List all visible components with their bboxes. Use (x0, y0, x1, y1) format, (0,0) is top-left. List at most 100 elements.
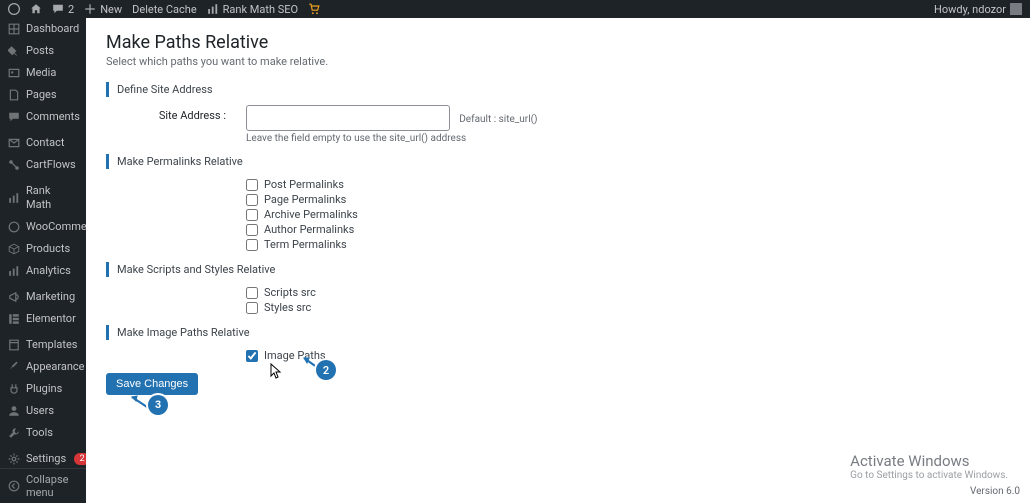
checkbox-scr-styles-src-row[interactable]: Styles src (246, 300, 1010, 315)
new-link[interactable]: New (84, 3, 122, 16)
flow-icon (8, 159, 20, 171)
media-icon (8, 67, 20, 79)
collapse-icon (8, 480, 20, 492)
collapse-label: Collapse menu (26, 473, 78, 499)
section-image: Make Image Paths Relative (106, 325, 1010, 340)
sidebar-item-templates[interactable]: Templates (0, 334, 86, 356)
content-area: Make Paths Relative Select which paths y… (86, 18, 1030, 503)
sidebar-item-label: Pages (26, 88, 78, 102)
section-site-address: Define Site Address (106, 82, 1010, 97)
checkbox-perm-term-permalinks-row[interactable]: Term Permalinks (246, 237, 1010, 252)
comments-count: 2 (68, 3, 74, 16)
sidebar-item-cartflows[interactable]: CartFlows (0, 154, 86, 176)
home-link[interactable] (30, 3, 42, 15)
brush-icon (8, 361, 20, 373)
comments-link[interactable]: 2 (52, 3, 74, 16)
checkbox-image-paths[interactable] (246, 350, 258, 362)
checkbox-perm-page-permalinks-row[interactable]: Page Permalinks (246, 192, 1010, 207)
save-button[interactable]: Save Changes 3 (106, 373, 198, 395)
sidebar-item-analytics[interactable]: Analytics (0, 260, 86, 282)
page-icon (8, 89, 20, 101)
sidebar-item-comments[interactable]: Comments2 (0, 106, 86, 128)
cart-link[interactable] (308, 3, 320, 15)
page-desc: Select which paths you want to make rela… (106, 55, 1010, 68)
checkbox-perm-archive-permalinks-row[interactable]: Archive Permalinks (246, 207, 1010, 222)
new-label: New (100, 3, 122, 16)
sidebar-item-marketing[interactable]: Marketing (0, 286, 86, 308)
cursor-icon (270, 363, 282, 379)
checkbox-perm-term-permalinks[interactable] (246, 239, 258, 251)
tool-icon (8, 427, 20, 439)
sidebar-item-media[interactable]: Media (0, 62, 86, 84)
checkbox-perm-page-permalinks[interactable] (246, 194, 258, 206)
site-address-default-hint: Default : site_url() (459, 114, 537, 125)
sidebar-item-dashboard[interactable]: Dashboard (0, 18, 86, 40)
plug-icon (8, 383, 20, 395)
checkbox-perm-archive-permalinks[interactable] (246, 209, 258, 221)
checkbox-perm-post-permalinks[interactable] (246, 179, 258, 191)
sidebar-item-label: Dashboard (26, 22, 79, 36)
gear-icon (8, 453, 20, 465)
sidebar-item-products[interactable]: Products (0, 238, 86, 260)
rankmath-link[interactable]: Rank Math SEO (207, 3, 298, 16)
checkbox-scr-styles-src-label: Styles src (264, 301, 311, 314)
checkbox-scr-scripts-src[interactable] (246, 287, 258, 299)
checkbox-perm-author-permalinks[interactable] (246, 224, 258, 236)
chart-icon (8, 192, 20, 204)
checkbox-scr-scripts-src-label: Scripts src (264, 286, 316, 299)
sidebar-item-users[interactable]: Users (0, 400, 86, 422)
sidebar-item-label: Media (26, 66, 78, 80)
badge: 2 (74, 453, 86, 465)
home-icon (30, 3, 42, 15)
sidebar-item-rank-math[interactable]: Rank Math (0, 180, 86, 216)
checkbox-scr-styles-src[interactable] (246, 302, 258, 314)
sidebar-item-label: Posts (26, 44, 78, 58)
collapse-menu[interactable]: Collapse menu (0, 468, 86, 503)
delete-cache-label: Delete Cache (132, 3, 197, 16)
sidebar-item-woocommerce[interactable]: WooCommerce (0, 216, 86, 238)
sidebar-item-label: Templates (26, 338, 78, 352)
site-address-below-hint: Leave the field empty to use the site_ur… (246, 133, 1010, 144)
sidebar-item-plugins[interactable]: Plugins (0, 378, 86, 400)
delete-cache-link[interactable]: Delete Cache (132, 3, 197, 16)
sidebar-item-tools[interactable]: Tools (0, 422, 86, 444)
checkbox-perm-term-permalinks-label: Term Permalinks (264, 238, 347, 251)
site-address-label: Site Address : (106, 105, 246, 122)
activate-sub: Go to Settings to activate Windows. (850, 470, 1008, 481)
activate-title: Activate Windows (850, 452, 1008, 470)
site-address-input[interactable] (246, 105, 450, 131)
checkbox-scr-scripts-src-row[interactable]: Scripts src (246, 285, 1010, 300)
checkbox-perm-page-permalinks-label: Page Permalinks (264, 193, 346, 206)
page-title: Make Paths Relative (106, 32, 1010, 53)
comment-icon (8, 111, 20, 123)
callout-2: 2 (316, 360, 336, 380)
sidebar-item-appearance[interactable]: Appearance (0, 356, 86, 378)
avatar (1010, 3, 1022, 15)
sidebar-item-label: Settings (26, 452, 66, 466)
sidebar-item-contact[interactable]: Contact (0, 132, 86, 154)
sidebar-item-settings[interactable]: Settings 2 (0, 448, 86, 470)
howdy-link[interactable]: Howdy, ndozor (934, 3, 1022, 16)
checkbox-perm-author-permalinks-row[interactable]: Author Permalinks (246, 222, 1010, 237)
woo-icon (8, 221, 20, 233)
sidebar-item-posts[interactable]: Posts (0, 40, 86, 62)
sidebar-item-label: Elementor (26, 312, 78, 326)
user-icon (8, 405, 20, 417)
sidebar-item-elementor[interactable]: Elementor (0, 308, 86, 330)
chart-icon (207, 3, 219, 15)
wp-logo[interactable] (8, 3, 20, 15)
sidebar-item-label: Tools (26, 426, 78, 440)
sidebar-item-label: Plugins (26, 382, 78, 396)
checkbox-image-paths-row[interactable]: Image Paths 2 (246, 348, 1010, 363)
section-scripts: Make Scripts and Styles Relative (106, 262, 1010, 277)
sidebar-item-label: Rank Math (26, 184, 78, 212)
elem-icon (8, 313, 20, 325)
sidebar-item-pages[interactable]: Pages (0, 84, 86, 106)
sidebar-item-label: Marketing (26, 290, 78, 304)
checkbox-perm-post-permalinks-row[interactable]: Post Permalinks (246, 177, 1010, 192)
plus-icon (84, 3, 96, 15)
checkbox-perm-post-permalinks-label: Post Permalinks (264, 178, 344, 191)
admin-sidebar: Dashboard Posts Media Pages Comments2 Contact… (0, 18, 86, 503)
sidebar-item-label: Analytics (26, 264, 78, 278)
rankmath-label: Rank Math SEO (223, 3, 298, 16)
